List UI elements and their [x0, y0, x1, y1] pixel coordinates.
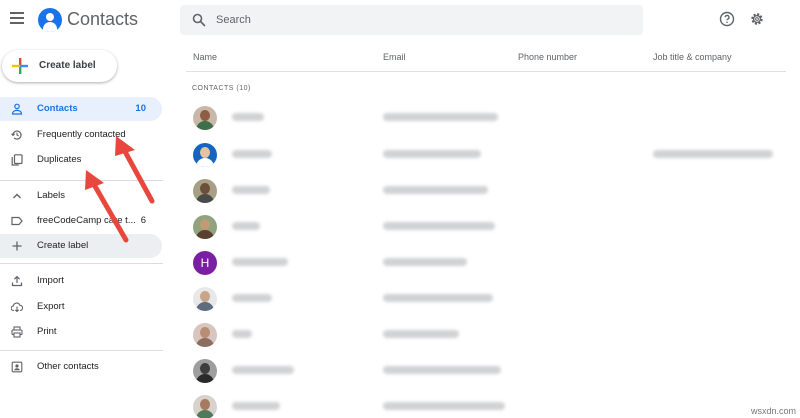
help-icon[interactable]	[719, 11, 735, 27]
sidebar-item-label: Other contacts	[37, 361, 99, 372]
create-contact-button[interactable]: Create label	[2, 50, 117, 82]
top-bar: Contacts	[0, 0, 800, 40]
cloud-download-icon	[11, 302, 23, 313]
upload-icon	[11, 275, 23, 287]
contact-email-blurred	[383, 366, 501, 374]
sidebar-item-export[interactable]: Export	[0, 295, 162, 319]
table-row[interactable]	[186, 318, 786, 352]
sidebar-divider	[0, 350, 163, 351]
settings-gear-icon[interactable]	[749, 11, 765, 27]
table-row[interactable]	[186, 138, 786, 172]
avatar	[193, 287, 217, 311]
person-icon	[11, 103, 23, 115]
table-row[interactable]	[186, 101, 786, 135]
sidebar-item-label-freecodecamp[interactable]: freeCodeCamp care t... 6	[0, 209, 162, 233]
avatar	[193, 143, 217, 167]
contacts-count-badge: 10	[135, 103, 146, 114]
avatar	[193, 215, 217, 239]
sidebar-item-label: Import	[37, 275, 64, 286]
table-row[interactable]	[186, 390, 786, 418]
avatar	[193, 395, 217, 418]
column-header-job-company[interactable]: Job title & company	[653, 52, 732, 62]
main-menu-icon[interactable]	[10, 12, 24, 24]
sidebar-divider	[0, 180, 163, 181]
column-header-email[interactable]: Email	[383, 52, 406, 62]
contact-email-blurred	[383, 113, 498, 121]
sidebar-item-contacts[interactable]: Contacts 10	[0, 97, 162, 121]
contact-name-blurred	[232, 113, 264, 121]
sidebar-item-label: Export	[37, 301, 65, 312]
create-label-button[interactable]: Create label	[0, 234, 162, 258]
search-icon[interactable]	[192, 13, 206, 27]
label-tag-icon	[11, 216, 23, 226]
contact-name-blurred	[232, 222, 260, 230]
avatar: H	[193, 251, 217, 275]
contact-name-blurred	[232, 186, 270, 194]
sidebar-divider	[0, 263, 163, 264]
sidebar-item-label: Contacts	[37, 103, 78, 114]
search-input[interactable]	[216, 5, 626, 35]
contact-email-blurred	[383, 258, 467, 266]
sidebar-item-frequently-contacted[interactable]: Frequently contacted	[0, 123, 162, 147]
contact-name-blurred	[232, 150, 272, 158]
table-row[interactable]	[186, 174, 786, 208]
sidebar-item-other-contacts[interactable]: Other contacts	[0, 355, 162, 379]
label-count: 6	[140, 215, 146, 226]
contact-email-blurred	[383, 294, 493, 302]
avatar	[193, 359, 217, 383]
avatar	[193, 323, 217, 347]
sidebar-item-label: Print	[37, 326, 57, 337]
contact-email-blurred	[383, 330, 459, 338]
column-header-name[interactable]: Name	[193, 52, 217, 62]
history-icon	[11, 130, 22, 140]
print-icon	[11, 326, 23, 338]
other-contacts-icon	[11, 361, 23, 373]
contact-email-blurred	[383, 150, 481, 158]
sidebar-item-label: Duplicates	[37, 154, 82, 165]
sidebar-item-print[interactable]: Print	[0, 320, 162, 344]
duplicate-icon	[11, 154, 23, 166]
create-label-text: Create label	[37, 240, 89, 251]
column-header-phone[interactable]: Phone number	[518, 52, 577, 62]
plus-icon	[12, 241, 22, 251]
table-row[interactable]: H	[186, 246, 786, 280]
label-name: freeCodeCamp care t...	[37, 215, 136, 226]
table-row[interactable]	[186, 282, 786, 316]
contact-email-blurred	[383, 402, 505, 410]
create-contact-label: Create label	[39, 60, 96, 71]
labels-header[interactable]: Labels	[0, 184, 162, 208]
table-row[interactable]	[186, 354, 786, 388]
sidebar-item-import[interactable]: Import	[0, 269, 162, 293]
sidebar-item-duplicates[interactable]: Duplicates	[0, 148, 162, 172]
contact-name-blurred	[232, 258, 288, 266]
watermark: wsxdn.com	[750, 406, 796, 416]
table-row[interactable]	[186, 210, 786, 244]
avatar-letter: H	[200, 256, 210, 270]
contact-name-blurred	[232, 402, 280, 410]
contact-name-blurred	[232, 294, 272, 302]
search-bar[interactable]	[180, 5, 643, 35]
avatar	[193, 179, 217, 203]
table-header-divider	[186, 71, 786, 72]
colorful-plus-icon	[12, 58, 28, 74]
app-title: Contacts	[67, 9, 139, 29]
contact-job-blurred	[653, 150, 773, 158]
sidebar-item-label: Frequently contacted	[37, 129, 126, 140]
avatar	[193, 106, 217, 130]
contact-email-blurred	[383, 186, 488, 194]
contact-name-blurred	[232, 330, 252, 338]
contacts-logo-icon	[38, 8, 62, 32]
contacts-section-label: CONTACTS (10)	[192, 85, 251, 92]
chevron-up-icon[interactable]	[11, 190, 23, 202]
contact-email-blurred	[383, 222, 495, 230]
contact-name-blurred	[232, 366, 294, 374]
labels-header-label: Labels	[37, 190, 65, 201]
